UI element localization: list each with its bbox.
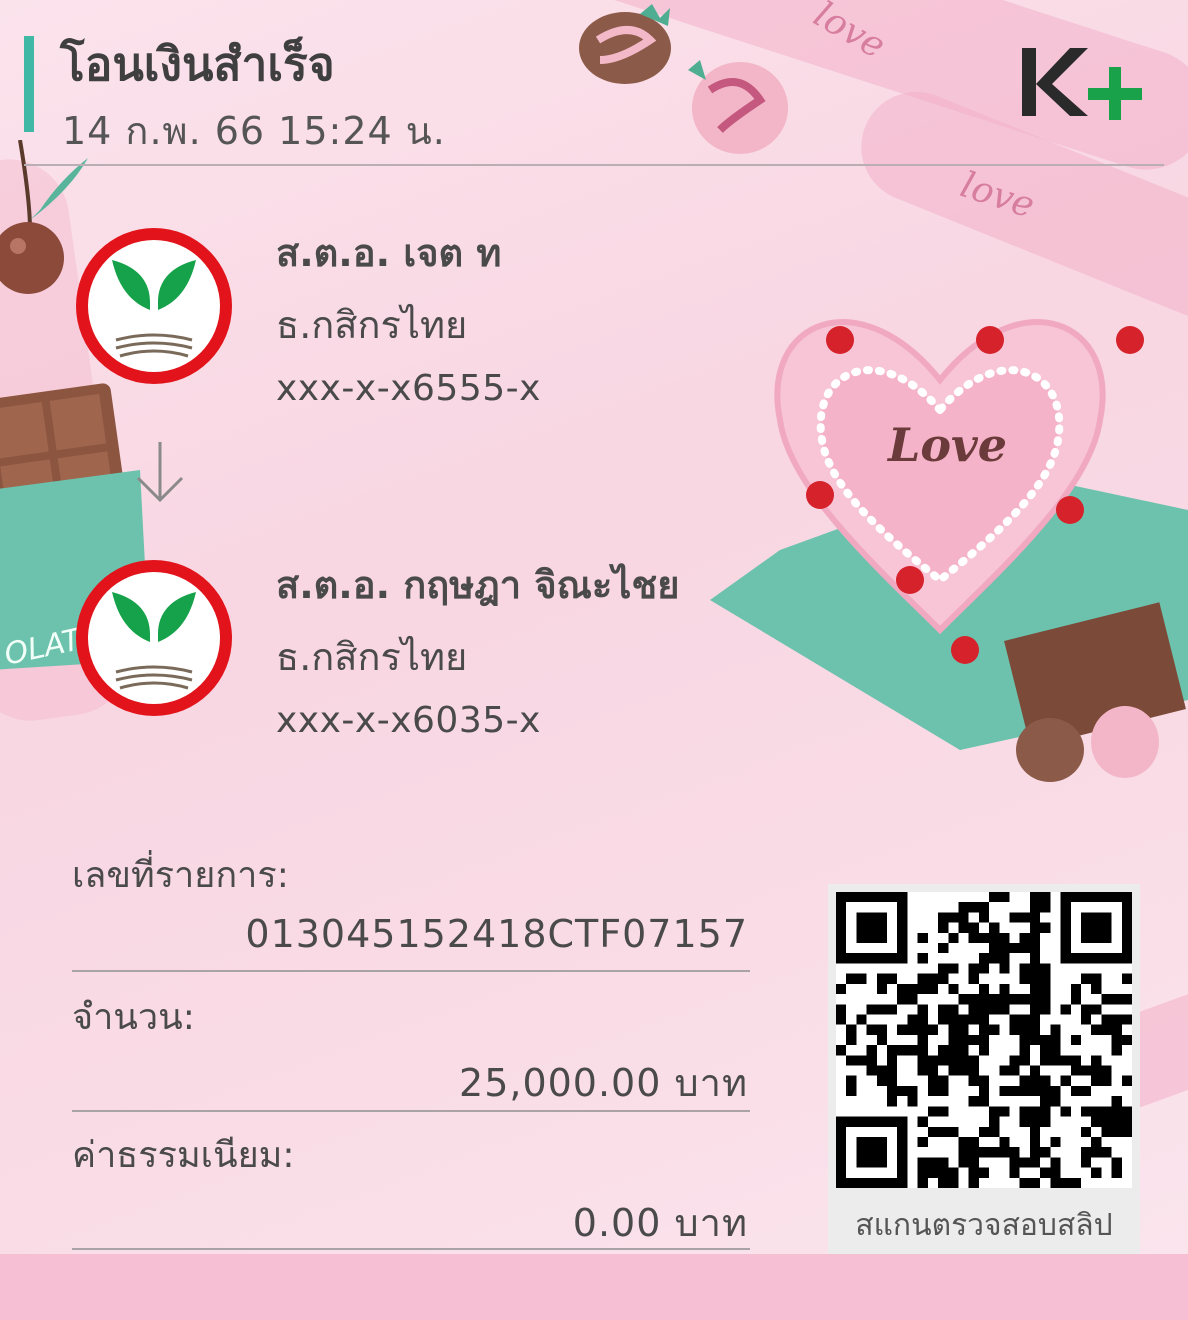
- kplus-logo: [1022, 48, 1142, 120]
- sender-account: xxx-x-x6555-x: [276, 368, 541, 409]
- bottom-bar: [0, 1254, 1188, 1320]
- amount-label: จำนวน:: [72, 997, 195, 1038]
- arrow-down-icon: [136, 442, 184, 503]
- sender-name: ส.ต.อ. เจต ท: [276, 231, 502, 275]
- header-divider: [24, 164, 1164, 166]
- decorative-strawberries-illustration: [579, 4, 788, 154]
- qr-code-icon[interactable]: [836, 892, 1132, 1188]
- reference-value: 013045152418CTF07157: [245, 912, 748, 956]
- fee-value: 0.00 บาท: [572, 1201, 748, 1245]
- detail-divider: [72, 1248, 750, 1250]
- receiver-name: ส.ต.อ. กฤษฎา จิณะไชย: [276, 563, 680, 607]
- fee-label: ค่าธรรมเนียม:: [72, 1135, 295, 1176]
- detail-divider: [72, 970, 750, 972]
- receiver-bank: ธ.กสิกรไทย: [276, 635, 468, 679]
- detail-divider: [72, 1110, 750, 1112]
- qr-code-container[interactable]: [836, 892, 1132, 1188]
- reference-label: เลขที่รายการ:: [72, 855, 289, 896]
- decorative-heart-cake-illustration: [710, 319, 1188, 782]
- receiver-account: xxx-x-x6035-x: [276, 700, 541, 741]
- page-title: โอนเงินสำเร็จ: [60, 37, 335, 91]
- transaction-datetime: 14 ก.พ. 66 15:24 น.: [62, 109, 446, 153]
- qr-caption: สแกนตรวจสอบสลิป: [855, 1208, 1113, 1243]
- amount-value: 25,000.00 บาท: [459, 1061, 748, 1105]
- kbank-logo-icon: [76, 560, 232, 716]
- decorative-love-script: Love: [888, 418, 1008, 472]
- sender-bank: ธ.กสิกรไทย: [276, 303, 468, 347]
- kbank-logo-icon: [76, 228, 232, 384]
- accent-bar: [24, 36, 34, 132]
